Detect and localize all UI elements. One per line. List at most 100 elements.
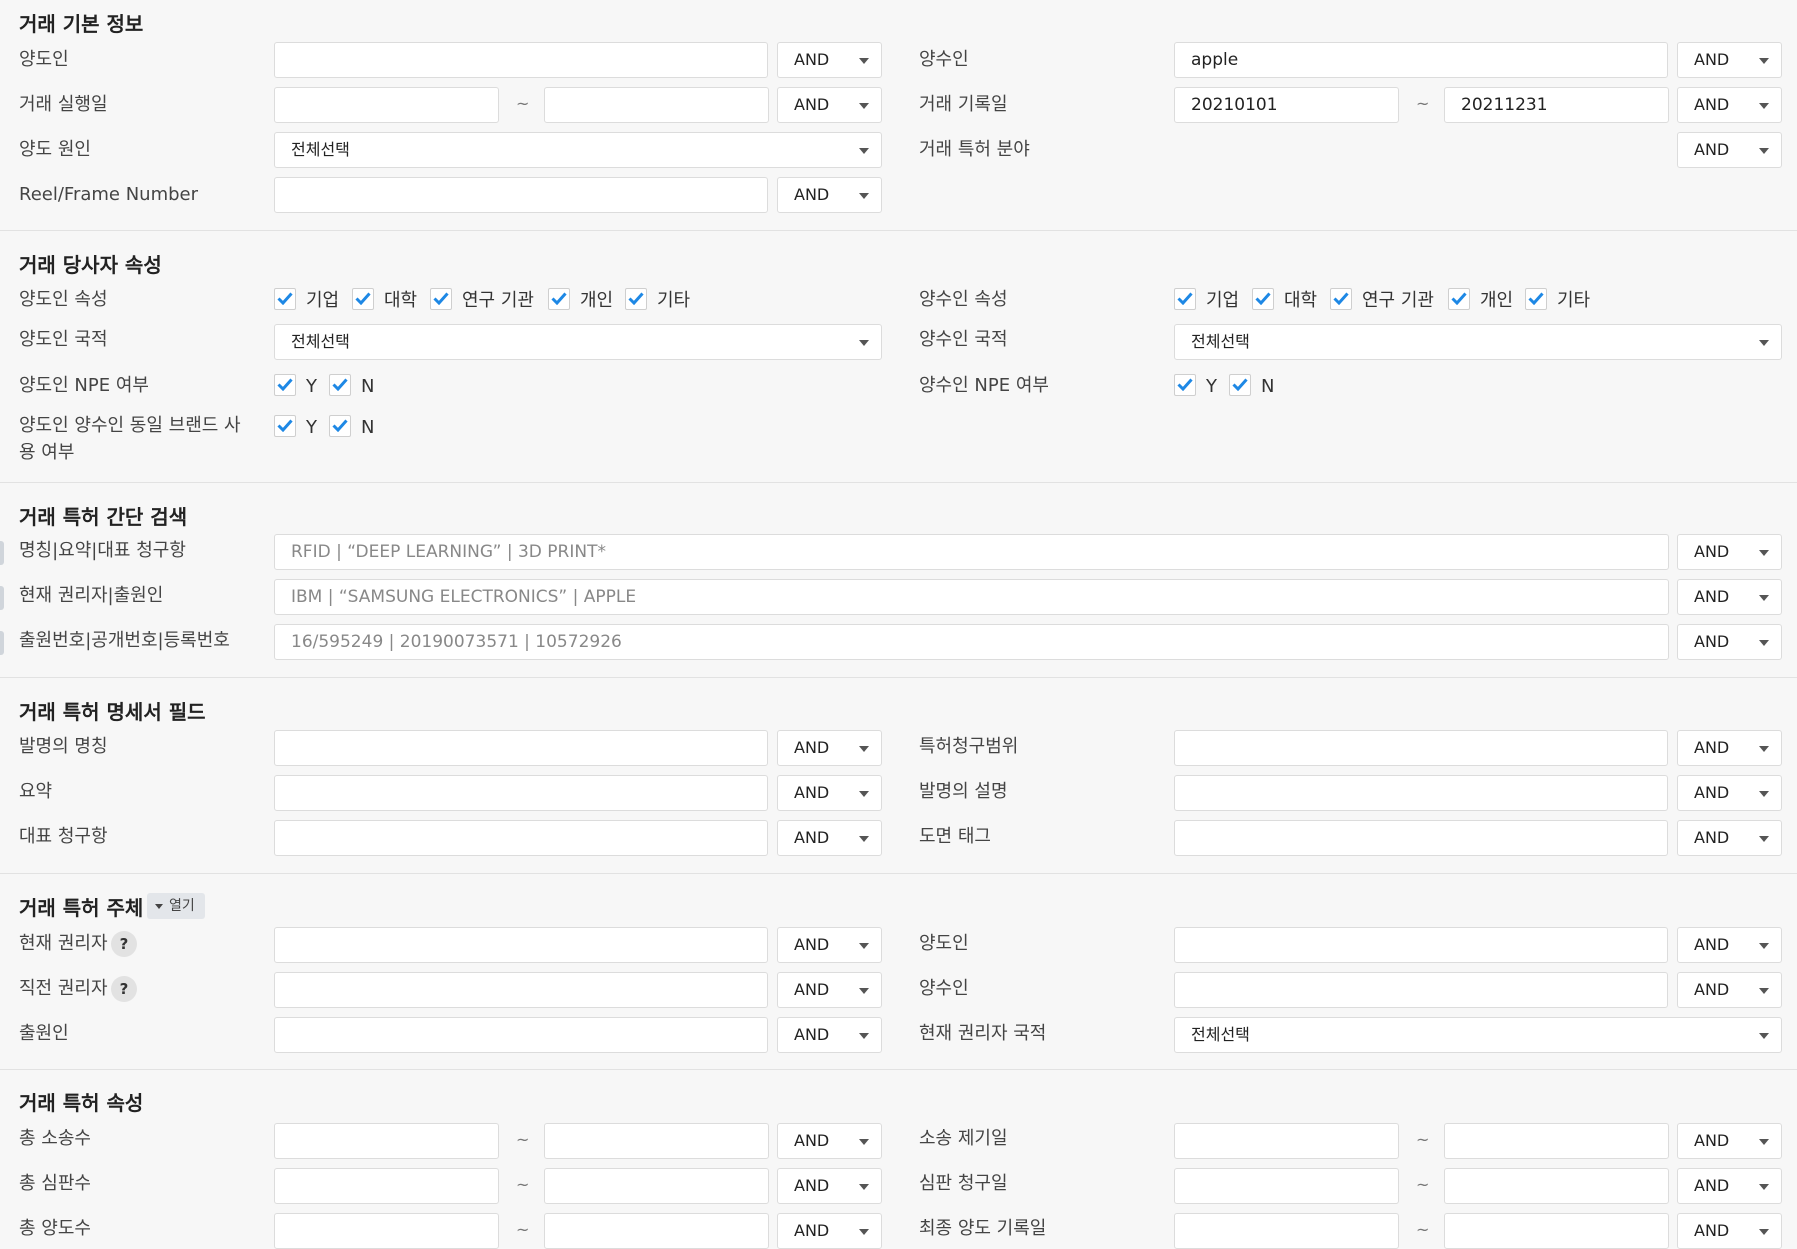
same-brand-n-checkbox[interactable]: N <box>329 414 374 441</box>
record-date-op-select[interactable]: AND <box>1677 87 1782 123</box>
claims-scope-op-select[interactable]: AND <box>1677 730 1782 766</box>
assignee-attr-university-checkbox[interactable]: 대학 <box>1252 287 1317 314</box>
subject-expand-toggle[interactable]: 열기 <box>147 893 205 919</box>
assignor-npe-n-checkbox[interactable]: N <box>329 373 374 400</box>
checkmark-icon <box>1252 288 1274 310</box>
chevron-down-icon <box>859 1229 869 1235</box>
patent-field-op-select[interactable]: AND <box>1677 132 1782 168</box>
checkmark-icon <box>1174 374 1196 396</box>
assignee-attr-individual-checkbox[interactable]: 개인 <box>1448 287 1513 314</box>
subject-assignee-op-select[interactable]: AND <box>1677 972 1782 1008</box>
invention-title-input[interactable] <box>274 730 768 766</box>
trial-count-op-select[interactable]: AND <box>777 1168 882 1204</box>
owner-applicant-input[interactable]: IBM | “SAMSUNG ELECTRONICS” | APPLE <box>274 579 1669 615</box>
lit-date-to-input[interactable] <box>1444 1123 1669 1159</box>
trial-date-op-select[interactable]: AND <box>1677 1168 1782 1204</box>
label-invention-title: 발명의 명칭 <box>19 736 108 757</box>
chevron-down-icon <box>1759 103 1769 109</box>
assignor-attr-other-checkbox[interactable]: 기타 <box>625 287 690 314</box>
section-title-spec: 거래 특허 명세서 필드 <box>19 700 206 724</box>
assignor-npe-y-checkbox[interactable]: Y <box>274 373 317 400</box>
assignee-attr-company-checkbox[interactable]: 기업 <box>1174 287 1239 314</box>
numbers-input[interactable]: 16/595249 | 20190073571 | 10572926 <box>274 624 1669 660</box>
chevron-down-icon <box>859 1033 869 1039</box>
subject-assignor-op-select[interactable]: AND <box>1677 927 1782 963</box>
assignee-attr-institute-checkbox[interactable]: 연구 기관 <box>1330 287 1434 314</box>
description-input[interactable] <box>1174 775 1668 811</box>
label-owner-nationality: 현재 권리자 국적 <box>919 1023 1047 1044</box>
row-edge-marker <box>0 586 4 610</box>
trial-date-from-input[interactable] <box>1174 1168 1399 1204</box>
claims-scope-input[interactable] <box>1174 730 1668 766</box>
trial-count-from-input[interactable] <box>274 1168 499 1204</box>
title-abstract-claim-op-select[interactable]: AND <box>1677 534 1782 570</box>
subject-assignee-input[interactable] <box>1174 972 1668 1008</box>
trial-count-to-input[interactable] <box>544 1168 769 1204</box>
abstract-op-select[interactable]: AND <box>777 775 882 811</box>
lit-date-op-select[interactable]: AND <box>1677 1123 1782 1159</box>
abstract-input[interactable] <box>274 775 768 811</box>
row-edge-marker <box>0 631 4 655</box>
range-tilde: ~ <box>1416 94 1430 113</box>
label-claims-scope: 특허청구범위 <box>919 736 1019 757</box>
record-date-from-input[interactable]: 20210101 <box>1174 87 1399 123</box>
record-date-to-input[interactable]: 20211231 <box>1444 87 1669 123</box>
rep-claim-op-select[interactable]: AND <box>777 820 882 856</box>
assignee-nationality-select[interactable]: 전체선택 <box>1174 324 1782 360</box>
same-brand-y-checkbox[interactable]: Y <box>274 414 317 441</box>
assignor-attr-university-checkbox[interactable]: 대학 <box>352 287 417 314</box>
chevron-down-icon <box>1759 1184 1769 1190</box>
chevron-down-icon <box>1759 640 1769 646</box>
assignee-attr-other-checkbox[interactable]: 기타 <box>1525 287 1590 314</box>
numbers-op-select[interactable]: AND <box>1677 624 1782 660</box>
description-op-select[interactable]: AND <box>1677 775 1782 811</box>
help-icon[interactable]: ? <box>111 931 137 957</box>
lit-count-op-select[interactable]: AND <box>777 1123 882 1159</box>
chevron-down-icon <box>859 1139 869 1145</box>
assignor-nationality-select[interactable]: 전체선택 <box>274 324 882 360</box>
current-owner-op-select[interactable]: AND <box>777 927 882 963</box>
reel-frame-input[interactable] <box>274 177 768 213</box>
cause-select[interactable]: 전체선택 <box>274 132 882 168</box>
assignor-attr-institute-checkbox[interactable]: 연구 기관 <box>430 287 534 314</box>
subject-assignor-input[interactable] <box>1174 927 1668 963</box>
title-abstract-claim-input[interactable]: RFID | “DEEP LEARNING” | 3D PRINT* <box>274 534 1669 570</box>
assignor-input[interactable] <box>274 42 768 78</box>
assignee-npe-y-checkbox[interactable]: Y <box>1174 373 1217 400</box>
current-owner-input[interactable] <box>274 927 768 963</box>
lit-count-from-input[interactable] <box>274 1123 499 1159</box>
assignee-npe-n-checkbox[interactable]: N <box>1229 373 1274 400</box>
owner-applicant-op-select[interactable]: AND <box>1677 579 1782 615</box>
applicant-input[interactable] <box>274 1017 768 1053</box>
prev-owner-op-select[interactable]: AND <box>777 972 882 1008</box>
lit-count-to-input[interactable] <box>544 1123 769 1159</box>
exec-date-op-select[interactable]: AND <box>777 87 882 123</box>
drawing-tag-input[interactable] <box>1174 820 1668 856</box>
assignor-attr-individual-checkbox[interactable]: 개인 <box>548 287 613 314</box>
assignee-input[interactable]: apple <box>1174 42 1668 78</box>
owner-nationality-select[interactable]: 전체선택 <box>1174 1017 1782 1053</box>
prev-owner-input[interactable] <box>274 972 768 1008</box>
range-tilde: ~ <box>516 94 530 113</box>
lit-date-from-input[interactable] <box>1174 1123 1399 1159</box>
label-numbers: 출원번호|공개번호|등록번호 <box>19 630 230 651</box>
label-patent-field: 거래 특허 분야 <box>919 139 1030 160</box>
help-icon[interactable]: ? <box>111 976 137 1002</box>
assignor-attr-company-checkbox[interactable]: 기업 <box>274 287 339 314</box>
trial-date-to-input[interactable] <box>1444 1168 1669 1204</box>
reel-frame-op-select[interactable]: AND <box>777 177 882 213</box>
assignee-op-select[interactable]: AND <box>1677 42 1782 78</box>
range-tilde: ~ <box>516 1175 530 1194</box>
assignor-op-select[interactable]: AND <box>777 42 882 78</box>
label-subject-assignee: 양수인 <box>919 978 969 999</box>
invention-title-op-select[interactable]: AND <box>777 730 882 766</box>
label-cause: 양도 원인 <box>19 139 91 160</box>
drawing-tag-op-select[interactable]: AND <box>1677 820 1782 856</box>
chevron-down-icon <box>1759 1229 1769 1235</box>
chevron-down-icon <box>859 988 869 994</box>
rep-claim-input[interactable] <box>274 820 768 856</box>
checkmark-icon <box>274 415 296 437</box>
exec-date-to-input[interactable] <box>544 87 769 123</box>
applicant-op-select[interactable]: AND <box>777 1017 882 1053</box>
exec-date-from-input[interactable] <box>274 87 499 123</box>
